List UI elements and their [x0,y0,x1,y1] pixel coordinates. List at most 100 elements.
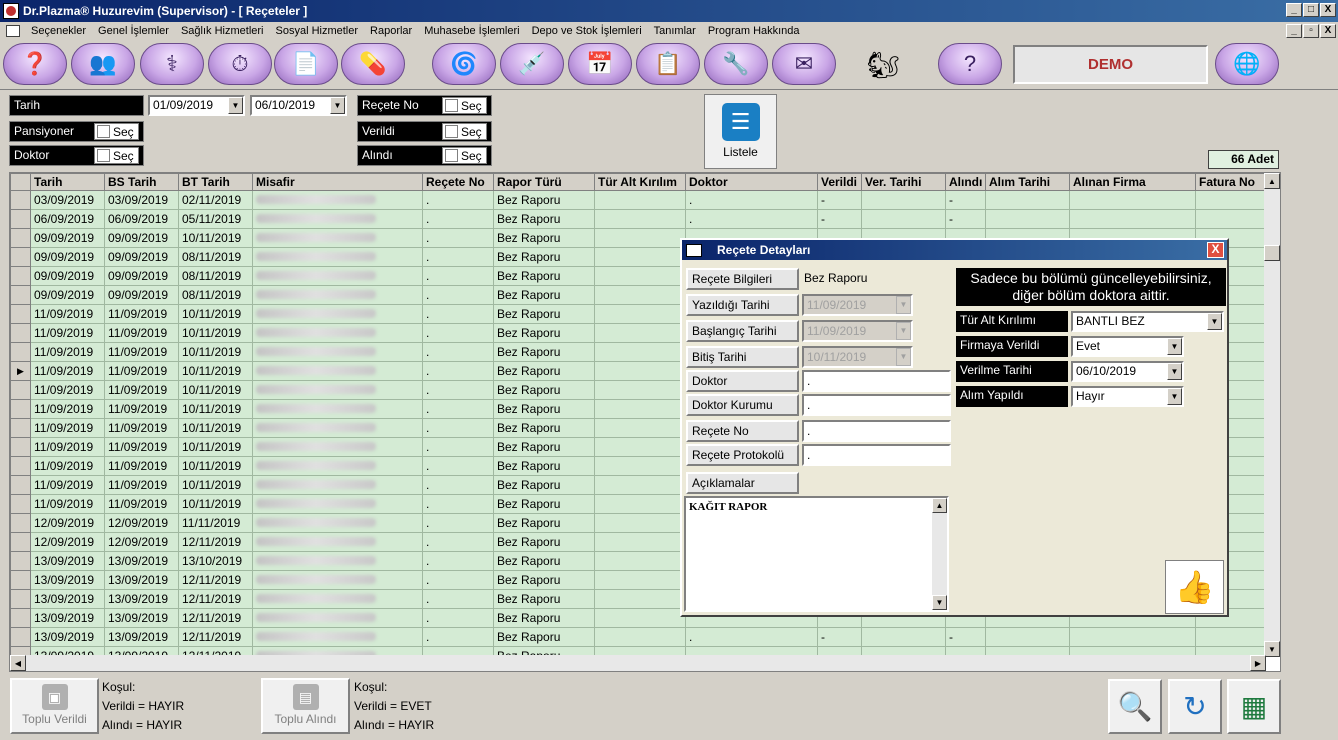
grid-cell[interactable]: 11/09/2019 [30,456,105,476]
grid-cell[interactable] [594,342,686,362]
grid-header-9[interactable]: Ver. Tarihi [861,173,946,191]
grid-cell[interactable]: Bez Raporu [493,247,595,267]
alindi-sec-checkbox[interactable]: Seç [442,147,487,164]
alim-yapildi-combo[interactable]: Hayır ▼ [1071,386,1184,407]
grid-cell[interactable]: - [817,627,862,647]
grid-cell[interactable]: Bez Raporu [493,285,595,305]
firmaya-verildi-combo[interactable]: Evet ▼ [1071,336,1184,357]
grid-cell[interactable] [594,494,686,514]
grid-cell[interactable]: . [685,209,818,229]
grid-cell[interactable] [252,285,423,305]
grid-cell[interactable]: 11/09/2019 [104,399,179,419]
recete-no-sec-checkbox[interactable]: Seç [442,97,487,114]
grid-cell[interactable] [252,532,423,552]
row-indicator[interactable] [10,456,31,476]
checkbox-box[interactable] [445,125,458,138]
grid-cell[interactable]: 10/11/2019 [178,437,253,457]
grid-cell[interactable]: 08/11/2019 [178,266,253,286]
grid-cell[interactable]: 10/11/2019 [178,304,253,324]
grid-header-3[interactable]: Misafir [252,173,423,191]
grid-cell[interactable]: 13/09/2019 [104,589,179,609]
refresh-button[interactable]: ↻ [1168,679,1222,734]
grid-cell[interactable] [594,304,686,324]
dialog-close-button[interactable]: X [1207,242,1224,258]
grid-cell[interactable]: 13/09/2019 [30,551,105,571]
grid-cell[interactable]: 13/09/2019 [30,627,105,647]
grid-cell[interactable] [985,209,1070,229]
grid-cell[interactable] [252,323,423,343]
verilme-tarihi-combo[interactable]: 06/10/2019 ▼ [1071,361,1184,382]
grid-cell[interactable]: 10/11/2019 [178,380,253,400]
row-indicator[interactable] [10,627,31,647]
globe-icon[interactable]: 🌐 [1215,43,1279,85]
grid-cell[interactable] [1195,209,1266,229]
grid-cell[interactable]: 11/09/2019 [104,361,179,381]
grid-cell[interactable] [594,361,686,381]
grid-cell[interactable] [1069,209,1196,229]
grid-cell[interactable]: 13/09/2019 [104,551,179,571]
grid-cell[interactable] [252,513,423,533]
checkbox-box[interactable] [445,149,458,162]
listele-button[interactable]: ☰ Listele [704,94,777,169]
table-row[interactable]: 06/09/2019 06/09/2019 05/11/2019. Bez Rapor… [10,209,1266,229]
row-indicator[interactable] [10,589,31,609]
grid-cell[interactable]: Bez Raporu [493,399,595,419]
grid-cell[interactable]: 11/09/2019 [30,342,105,362]
grid-cell[interactable]: 11/09/2019 [104,304,179,324]
toplu-verildi-button[interactable]: ▣ Toplu Verildi [10,678,99,734]
vertical-scrollbar[interactable]: ▲ ▼ [1264,173,1280,657]
menu-sosyal-hizmetler[interactable]: Sosyal Hizmetler [270,25,365,37]
grid-cell[interactable]: . [422,285,494,305]
scroll-right-icon[interactable]: ▶ [1250,655,1266,671]
grid-cell[interactable] [594,513,686,533]
grid-cell[interactable]: 13/09/2019 [30,608,105,628]
table-row[interactable]: 03/09/2019 03/09/2019 02/11/2019. Bez Rapor… [10,190,1266,210]
grid-cell[interactable] [985,627,1070,647]
grid-cell[interactable]: . [422,589,494,609]
grid-cell[interactable]: 11/09/2019 [104,418,179,438]
grid-cell[interactable]: - [945,627,986,647]
doktor-input[interactable]: . [802,370,951,392]
grid-cell[interactable]: 11/09/2019 [104,494,179,514]
grid-cell[interactable] [252,475,423,495]
grid-cell[interactable]: - [945,209,986,229]
grid-cell[interactable] [594,475,686,495]
grid-cell[interactable] [252,361,423,381]
pills-icon[interactable]: 💊 [341,43,405,85]
chevron-down-icon[interactable]: ▼ [1167,363,1182,380]
grid-cell[interactable]: 10/11/2019 [178,323,253,343]
scroll-up-icon[interactable]: ▲ [932,498,947,513]
scroll-left-icon[interactable]: ◀ [10,655,26,671]
grid-cell[interactable] [252,608,423,628]
medical-tools-icon[interactable]: ⚕ [140,43,204,85]
grid-cell[interactable]: . [422,304,494,324]
checklist-icon[interactable]: 📋 [636,43,700,85]
grid-header-11[interactable]: Alım Tarihi [985,173,1070,191]
grid-cell[interactable]: - [817,209,862,229]
excel-export-button[interactable]: ▦ [1227,679,1281,734]
grid-cell[interactable]: . [422,418,494,438]
grid-cell[interactable]: . [422,361,494,381]
grid-cell[interactable]: . [422,266,494,286]
grid-header-12[interactable]: Alınan Firma [1069,173,1196,191]
grid-cell[interactable] [594,437,686,457]
menu-secenekler[interactable]: Seçenekler [25,25,92,37]
mail-icon[interactable]: ✉ [772,43,836,85]
grid-cell[interactable]: 10/11/2019 [178,418,253,438]
grid-cell[interactable]: . [422,190,494,210]
grid-cell[interactable]: . [422,247,494,267]
grid-cell[interactable]: 08/11/2019 [178,285,253,305]
doktor-kurumu-input[interactable]: . [802,394,951,416]
grid-cell[interactable] [252,399,423,419]
scroll-up-icon[interactable]: ▲ [1264,173,1280,189]
recete-protokolu-input[interactable]: . [802,444,951,466]
grid-cell[interactable] [252,627,423,647]
grid-cell[interactable]: 12/11/2019 [178,532,253,552]
date-from-combo[interactable]: 01/09/2019 ▼ [148,95,245,116]
grid-cell[interactable]: Bez Raporu [493,323,595,343]
grid-cell[interactable]: . [422,475,494,495]
close-button[interactable]: X [1320,3,1336,17]
grid-cell[interactable] [252,228,423,248]
menu-genel-islemler[interactable]: Genel İşlemler [92,25,175,37]
grid-cell[interactable]: 09/09/2019 [30,266,105,286]
